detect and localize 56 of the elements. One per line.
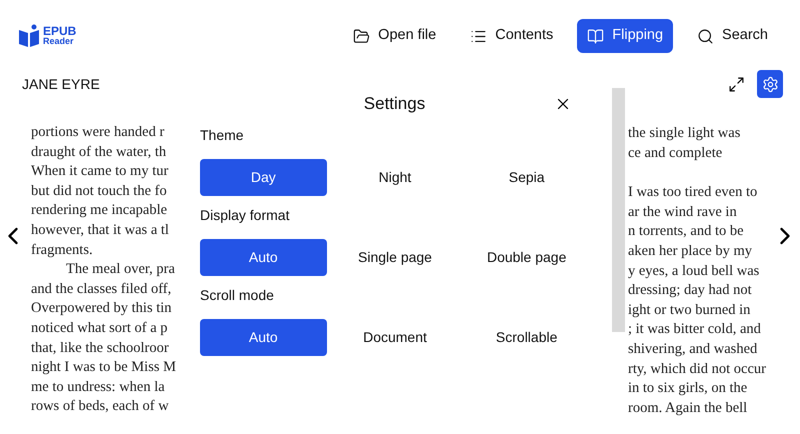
book-text-line: ar the wind rave in: [628, 202, 737, 222]
book-text-line: me to undress: when la: [31, 378, 165, 397]
settings-button[interactable]: [757, 70, 783, 98]
book-text-line: shivering, and washed: [628, 340, 758, 359]
nav-button[interactable]: Flipping: [577, 19, 674, 53]
logo-text: EPUB: [43, 26, 76, 36]
book-text-line: ; it was bitter cold, and: [628, 320, 761, 340]
book-text-line: however, that it was a tl: [31, 220, 169, 240]
search-icon: [697, 28, 714, 44]
book-text-line: I was too tired even to: [628, 183, 758, 202]
book-text-line: rty, which did not occur: [628, 360, 766, 379]
settings-title: Settings: [364, 93, 426, 116]
book-text-line: room. Again the bell: [628, 398, 748, 418]
book-text-line: ight or two burned in: [628, 300, 750, 320]
book-text-line: the single light was: [628, 124, 740, 143]
logo-subtext: Reader: [43, 36, 75, 46]
expand-icon: [728, 76, 744, 92]
book-icon: [587, 28, 604, 44]
book-text-line: n torrents, and to be: [628, 222, 744, 242]
folder-icon: [353, 28, 370, 44]
setting-label: Display format: [200, 206, 290, 225]
nav-button[interactable]: Open file: [343, 19, 446, 53]
book-text-line: but did not touch the fo: [31, 182, 167, 201]
option-button[interactable]: Single page: [332, 239, 458, 276]
book-text-line: dressing; day had not: [628, 281, 752, 300]
book-text-line: fragments.: [31, 240, 93, 260]
book-text-line: night I was to be Miss M: [31, 358, 176, 378]
setting-label: Scroll mode: [200, 286, 274, 305]
book-text-line: that, like the schoolroor: [31, 338, 169, 358]
book-text-line: ce and complete: [628, 144, 722, 163]
book-text-line: rows of beds, each of w: [31, 397, 169, 416]
book-text-line: The meal over, pra: [66, 260, 175, 280]
option-button[interactable]: Document: [332, 319, 458, 356]
book-text-line: in to six girls, on the: [628, 379, 748, 398]
option-button[interactable]: Night: [332, 159, 458, 196]
book-text-line: draught of the water, th: [31, 142, 166, 162]
book-title: JANE EYRE: [22, 74, 100, 94]
option-button[interactable]: Scrollable: [463, 319, 590, 356]
option-button[interactable]: Auto: [200, 319, 327, 356]
option-button[interactable]: Double page: [463, 239, 590, 276]
book-logo-icon: [18, 24, 40, 48]
book-text-line: y eyes, a loud bell was: [628, 262, 760, 281]
book-text-line: portions were handed r: [31, 123, 164, 142]
book-text-line: aken her place by my: [628, 242, 752, 261]
option-button[interactable]: Day: [200, 159, 327, 196]
option-button[interactable]: Sepia: [463, 159, 590, 196]
nav-button[interactable]: Contents: [460, 19, 564, 53]
nav-button[interactable]: Search: [687, 19, 778, 53]
option-button[interactable]: Auto: [200, 239, 327, 276]
book-text-line: Overpowered by this tin: [31, 299, 172, 318]
book-text-line: When it came to my tur: [31, 162, 168, 182]
book-text-line: noticed what sort of a p: [31, 318, 168, 338]
book-text-line: rendering me incapable: [31, 201, 168, 220]
book-text-line: and the classes filed off,: [31, 280, 172, 299]
setting-label: Theme: [200, 126, 244, 145]
gear-icon: [762, 76, 778, 92]
